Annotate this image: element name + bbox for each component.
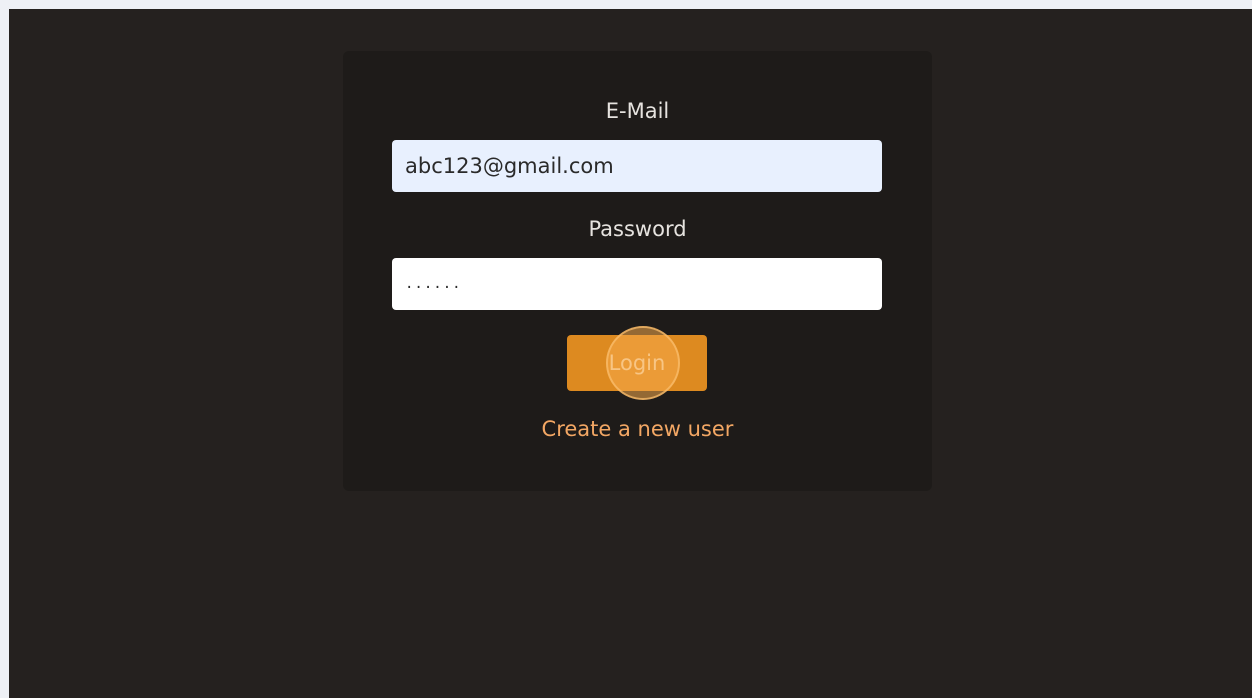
password-field[interactable]	[392, 258, 882, 310]
login-card: E-Mail Password Login Create a new user	[343, 51, 932, 491]
email-field[interactable]	[392, 140, 882, 192]
create-user-link[interactable]: Create a new user	[343, 417, 932, 441]
login-button[interactable]: Login	[567, 335, 707, 391]
email-label: E-Mail	[605, 99, 670, 123]
app-frame: E-Mail Password Login Create a new user	[9, 9, 1252, 698]
password-label: Password	[588, 217, 687, 241]
